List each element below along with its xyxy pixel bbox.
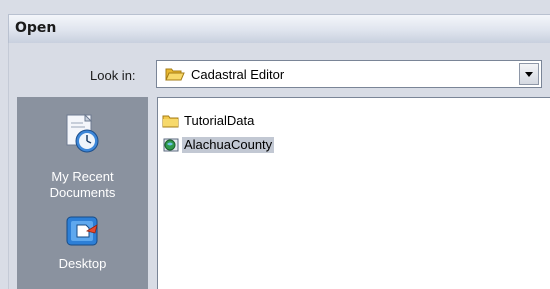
file-name: TutorialData	[184, 113, 255, 128]
look-in-value: Cadastral Editor	[191, 67, 285, 82]
open-dialog: Open Look in: Cadastral Editor My Recent…	[0, 0, 550, 289]
places-item-label: My Recent Documents	[49, 169, 116, 200]
places-item-desktop[interactable]: Desktop	[17, 211, 148, 281]
file-list[interactable]: TutorialData AlachuaCounty	[157, 97, 550, 289]
chevron-down-icon	[525, 72, 533, 77]
look-in-dropdown-button[interactable]	[519, 63, 539, 85]
dialog-title: Open	[15, 20, 57, 36]
geodatabase-icon	[163, 138, 179, 152]
title-bar[interactable]: Open	[8, 14, 550, 44]
folder-icon	[162, 115, 179, 128]
places-item-recent-documents[interactable]: My Recent Documents	[17, 107, 148, 200]
look-in-dropdown[interactable]: Cadastral Editor	[156, 60, 542, 88]
file-name: AlachuaCounty	[182, 137, 275, 153]
list-item[interactable]: TutorialData	[162, 112, 256, 130]
desktop-icon	[66, 216, 98, 246]
look-in-label: Look in:	[90, 68, 136, 83]
folder-open-icon	[165, 68, 185, 81]
recent-documents-icon	[66, 113, 99, 153]
places-bar: My Recent Documents Desktop	[17, 97, 148, 289]
list-item[interactable]: AlachuaCounty	[162, 136, 275, 154]
places-item-label: Desktop	[58, 256, 107, 271]
